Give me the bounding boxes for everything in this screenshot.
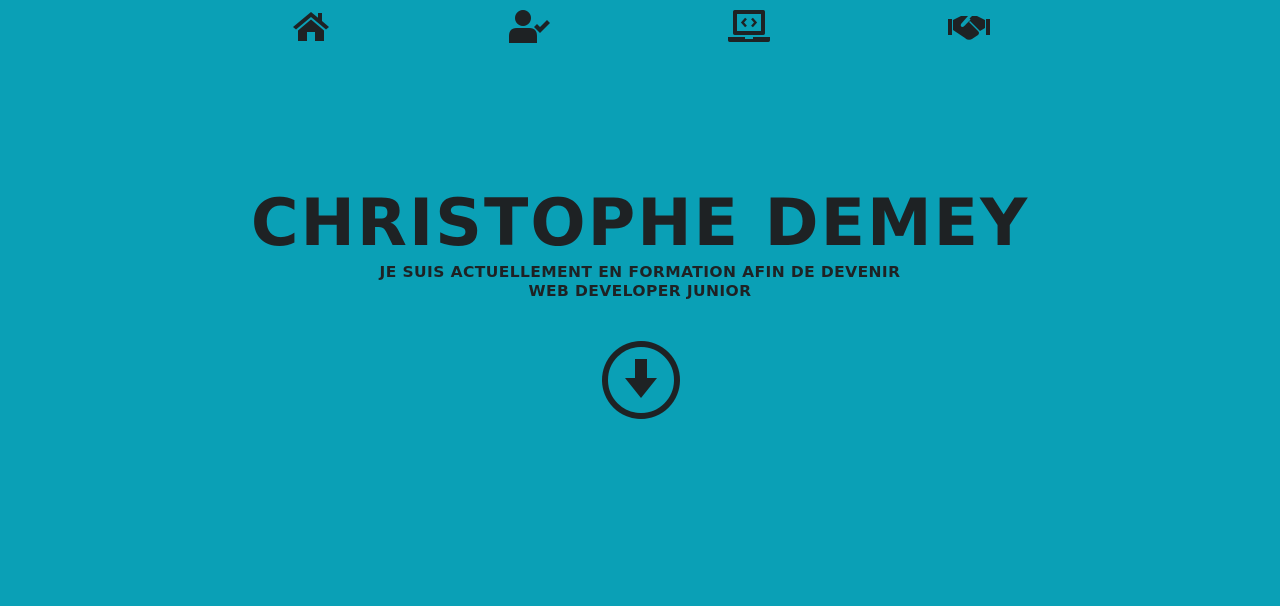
hero-section: CHRISTOPHE DEMEY JE SUIS ACTUELLEMENT EN… — [0, 185, 1280, 301]
hero-subtitle: JE SUIS ACTUELLEMENT EN FORMATION AFIN D… — [379, 263, 901, 300]
nav-projects-link[interactable] — [727, 6, 771, 46]
nav-about-link[interactable] — [507, 6, 551, 46]
laptop-code-icon — [728, 10, 770, 42]
hero-title: CHRISTOPHE DEMEY — [250, 186, 1030, 261]
nav-home-link[interactable] — [289, 6, 333, 46]
user-check-icon — [509, 10, 550, 43]
handshake-icon — [948, 16, 990, 40]
home-icon — [293, 12, 329, 41]
arrow-circle-down-icon — [602, 341, 680, 419]
nav-contact-link[interactable] — [947, 6, 991, 46]
scroll-down-button[interactable] — [600, 340, 682, 422]
top-navigation — [0, 0, 1280, 50]
